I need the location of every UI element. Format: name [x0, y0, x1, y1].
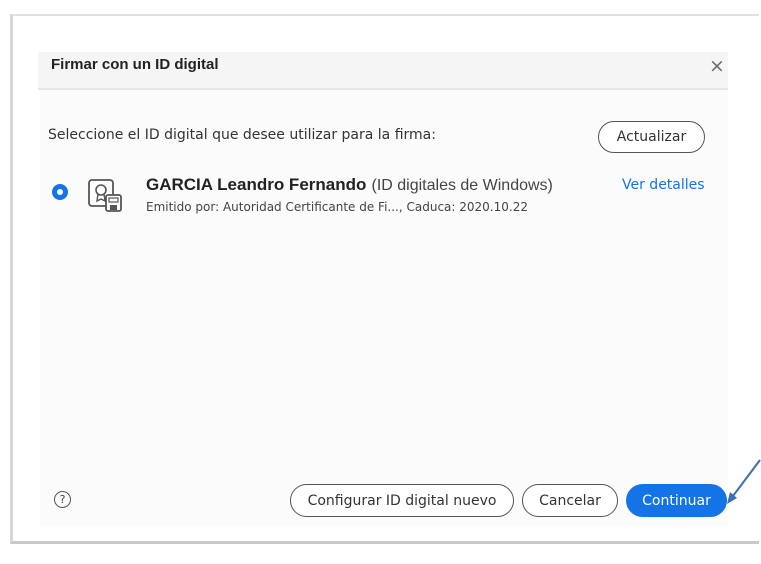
continue-button[interactable]: Continuar: [626, 484, 727, 517]
close-icon[interactable]: ×: [709, 56, 725, 76]
cancel-button[interactable]: Cancelar: [522, 484, 618, 517]
refresh-button[interactable]: Actualizar: [598, 121, 705, 153]
id-store-label: (ID digitales de Windows): [371, 177, 553, 194]
help-icon[interactable]: ?: [54, 491, 71, 508]
configure-new-id-button[interactable]: Configurar ID digital nuevo: [290, 484, 514, 517]
certificate-icon: [88, 179, 122, 212]
dialog-body: [40, 90, 728, 526]
id-issuer-expiry: Emitido por: Autoridad Certificante de F…: [146, 200, 528, 214]
dialog-title: Firmar con un ID digital: [51, 56, 219, 73]
id-radio-selected[interactable]: [52, 184, 68, 200]
annotation-arrow-icon: [727, 459, 761, 504]
id-holder-name: GARCIA Leandro Fernando: [146, 175, 367, 194]
view-details-link[interactable]: Ver detalles: [622, 177, 705, 193]
instruction-text: Seleccione el ID digital que desee utili…: [48, 127, 436, 143]
radio-dot: [57, 189, 63, 195]
id-name-line: GARCIA Leandro Fernando (ID digitales de…: [146, 175, 553, 195]
